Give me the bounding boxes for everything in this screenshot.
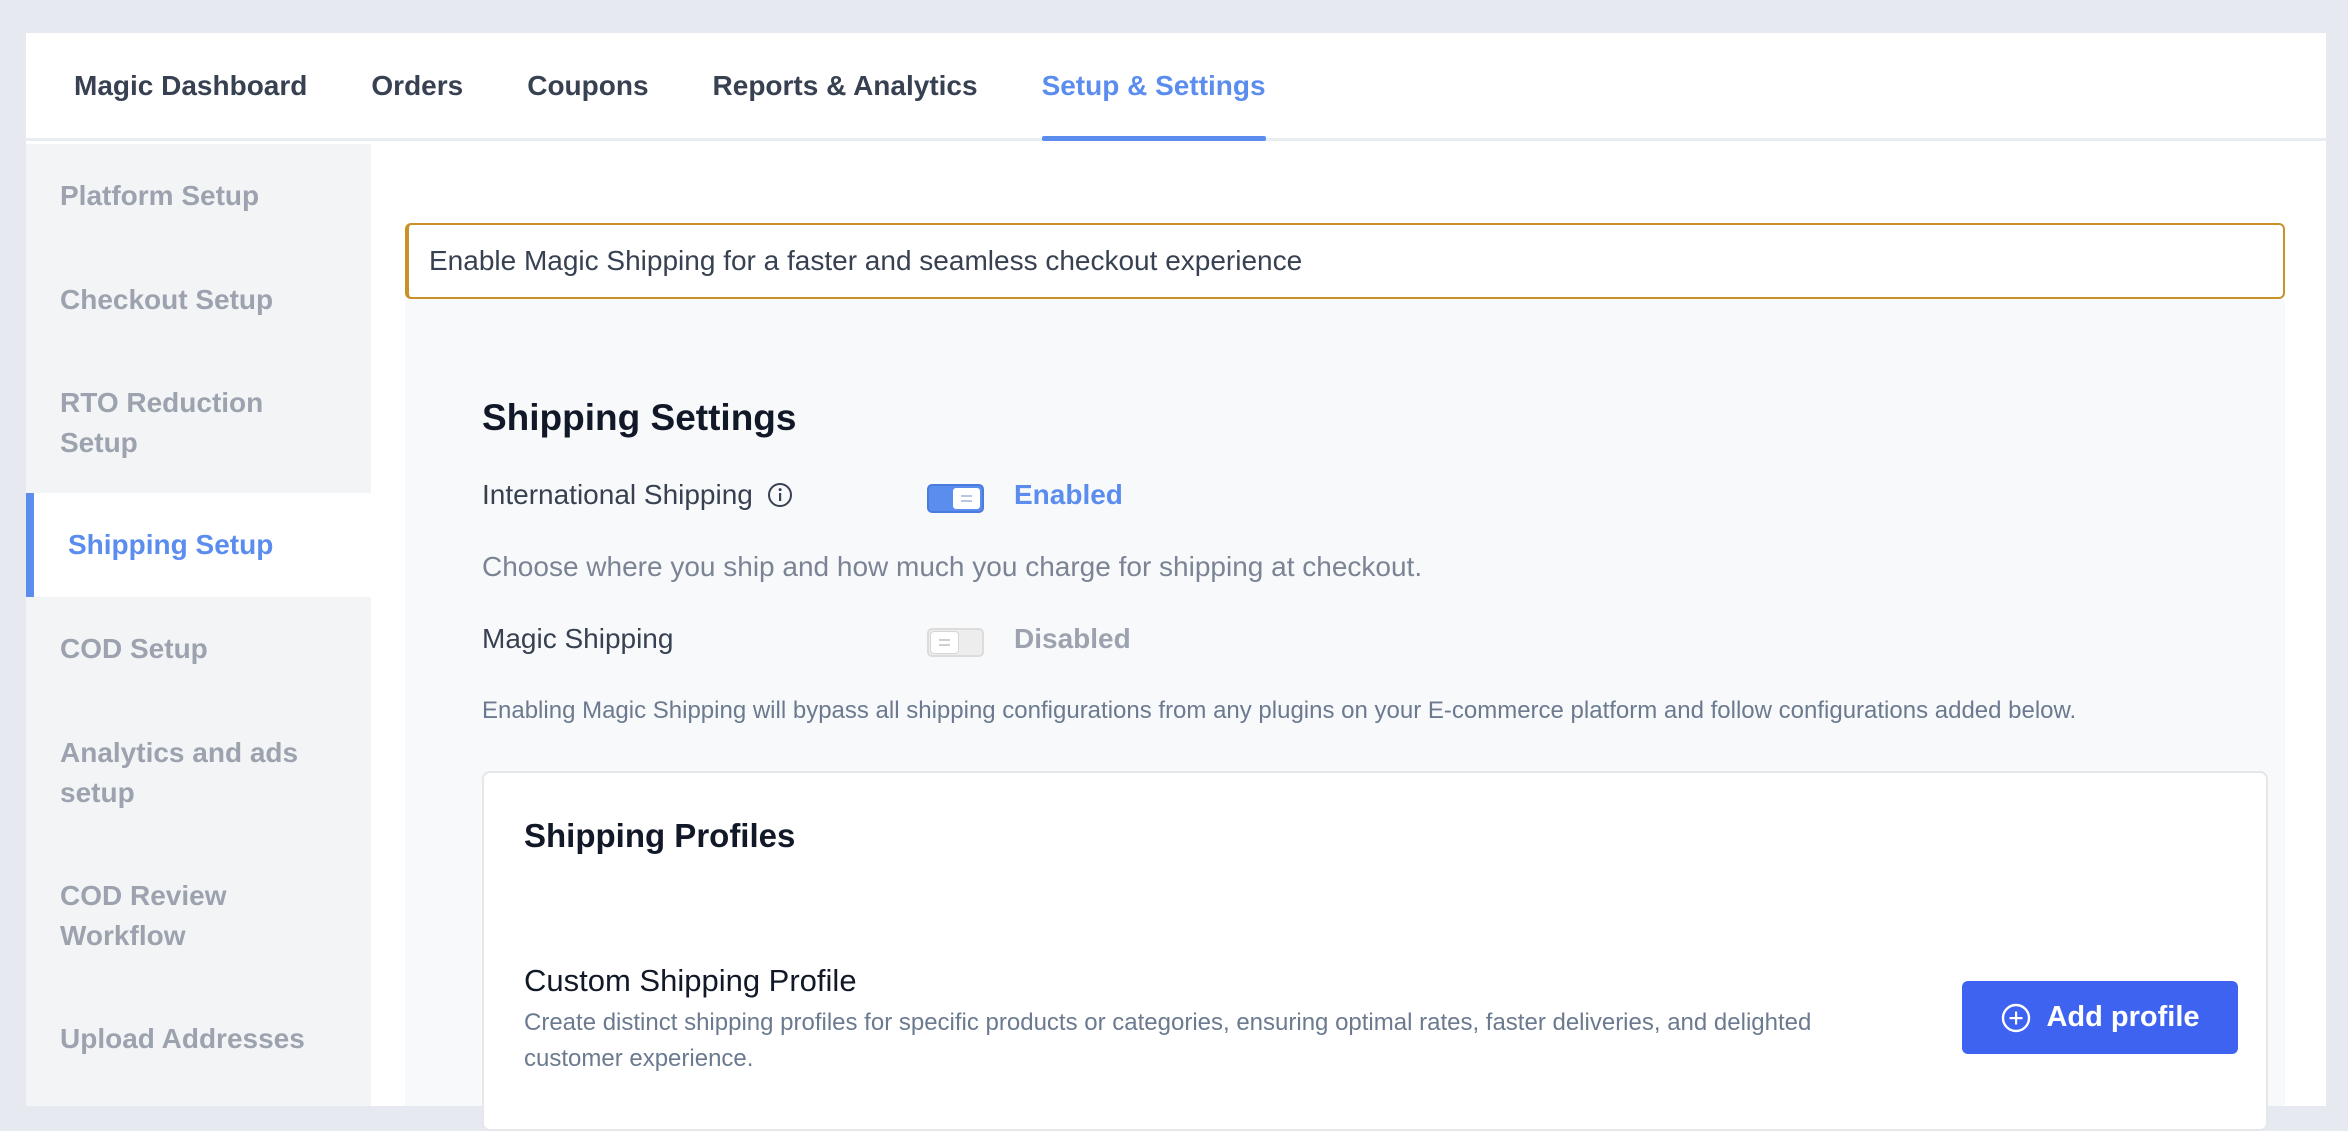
magic-shipping-toggle[interactable] [927,628,984,657]
tab-magic-dashboard[interactable]: Magic Dashboard [74,33,307,138]
shipping-choose-description: Choose where you ship and how much you c… [482,551,1423,582]
add-profile-button[interactable]: Add profile [1962,981,2238,1054]
sidebar-item-shipping-setup[interactable]: Shipping Setup [26,493,371,597]
sidebar-item-label: Platform Setup [60,180,260,211]
sidebar: Platform Setup Checkout Setup RTO Reduct… [26,144,371,1106]
banner-text: Enable Magic Shipping for a faster and s… [429,245,1303,276]
magic-shipping-note: Enabling Magic Shipping will bypass all … [482,697,2077,724]
custom-profile-description: Create distinct shipping profiles for sp… [524,1009,1812,1072]
tab-orders[interactable]: Orders [371,33,463,138]
magic-shipping-label: Magic Shipping [482,623,674,654]
info-icon[interactable] [767,482,793,508]
sidebar-item-checkout-setup[interactable]: Checkout Setup [26,248,371,352]
add-profile-label: Add profile [2046,1001,2200,1033]
sidebar-item-cod-setup[interactable]: COD Setup [26,597,371,701]
tab-setup-settings[interactable]: Setup & Settings [1041,33,1266,141]
sidebar-item-label: COD Setup [60,633,208,664]
tab-reports-analytics[interactable]: Reports & Analytics [713,33,978,138]
tab-coupons[interactable]: Coupons [527,33,648,138]
top-navigation: Magic Dashboard Orders Coupons Reports &… [26,33,2326,141]
sidebar-item-rto-reduction-setup[interactable]: RTO Reduction Setup [26,352,320,493]
app-window: Magic Dashboard Orders Coupons Reports &… [26,33,2326,1131]
shipping-profiles-card: Shipping Profiles Custom Shipping Profil… [482,771,2268,1131]
sidebar-item-analytics-ads-setup[interactable]: Analytics and ads setup [26,701,394,844]
custom-profile-title: Custom Shipping Profile [524,963,857,998]
sidebar-item-label: Analytics and ads setup [60,736,299,808]
international-shipping-status: Enabled [1014,479,1123,510]
shipping-settings-title: Shipping Settings [482,397,797,438]
sidebar-item-label: Shipping Setup [68,529,274,560]
magic-shipping-row: Magic Shipping [482,623,673,655]
sidebar-item-upload-addresses[interactable]: Upload Addresses [26,987,371,1091]
international-shipping-label: International Shipping [482,479,753,510]
international-shipping-toggle[interactable] [927,484,984,513]
sidebar-item-label: RTO Reduction Setup [60,386,264,458]
sidebar-item-platform-setup[interactable]: Platform Setup [26,144,371,248]
sidebar-item-label: Upload Addresses [60,1023,305,1054]
magic-shipping-status: Disabled [1014,623,1131,654]
magic-shipping-banner: Enable Magic Shipping for a faster and s… [405,223,2285,299]
plus-circle-icon [2000,1002,2032,1034]
main-content: Enable Magic Shipping for a faster and s… [371,144,2326,1131]
toggle-knob [931,632,958,653]
sidebar-item-label: Checkout Setup [60,284,274,315]
sidebar-item-label: COD Review Workflow [60,879,227,951]
shipping-profiles-title: Shipping Profiles [524,817,796,854]
sidebar-item-cod-review-workflow[interactable]: COD Review Workflow [26,844,354,987]
toggle-knob [953,488,980,509]
international-shipping-row: International Shipping [482,479,793,511]
